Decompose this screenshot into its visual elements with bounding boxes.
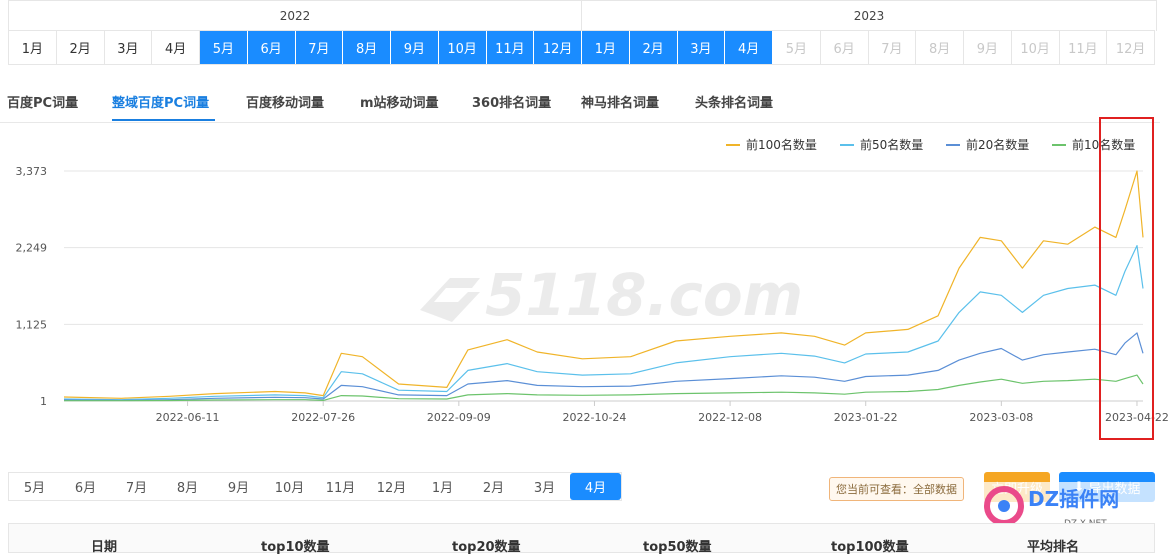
watermark-text: 5118.com	[485, 261, 803, 329]
col-avg-rank: 平均排名	[1027, 540, 1080, 555]
watermark-5118: 5118.com	[420, 261, 803, 329]
month-2022-10[interactable]: 10月	[438, 31, 487, 64]
month-2023-2[interactable]: 2月	[629, 31, 678, 64]
x-tick-label: 2022-10-24	[562, 411, 626, 424]
month-2023-10: 10月	[1012, 31, 1060, 64]
tab-baidu-mobile[interactable]: 百度移动词量	[246, 92, 324, 111]
tab-m-site-mobile[interactable]: m站移动词量	[360, 92, 439, 111]
month-2023-7: 7月	[869, 31, 917, 64]
month-2023-11: 11月	[1060, 31, 1108, 64]
highlight-annotation-box	[1099, 117, 1154, 440]
x-tick-label: 2023-03-08	[969, 411, 1033, 424]
active-tab-underline	[112, 119, 215, 121]
table-month-4[interactable]: 8月	[162, 473, 213, 500]
tab-baidu-pc[interactable]: 百度PC词量	[7, 92, 78, 111]
month-2023-12: 12月	[1115, 42, 1146, 57]
keyword-trend-chart: 5118.com 3,3732,2491,1251 2022-06-11 2022…	[16, 137, 1169, 424]
x-tick-label: 2022-07-26	[291, 411, 355, 424]
data-table-header: 日期 top10数量 top20数量 top50数量 top100数量 平均排名	[8, 523, 1155, 555]
col-top100: top100数量	[831, 540, 909, 555]
y-tick-label: 3,373	[16, 165, 48, 178]
y-axis-ticks: 3,373 2,249 1,125 1	[16, 165, 48, 408]
month-2023-1[interactable]: 1月	[582, 31, 630, 64]
col-top10: top10数量	[261, 540, 330, 555]
month-2023-8: 8月	[916, 31, 964, 64]
col-date: 日期	[91, 540, 118, 555]
month-selector: 1月 2月 3月 4月 5月 6月 7月 8月 9月 10月 11月 12月 1月 2月 3月 4月 5月 6月 7…	[8, 30, 1155, 65]
table-month-selector: 5月 6月 7月 8月 9月 10月 11月 12月 1月 2月 3月 4月	[8, 472, 622, 501]
month-2022-4[interactable]: 4月	[152, 31, 200, 64]
tab-shenma[interactable]: 神马排名词量	[581, 92, 659, 111]
month-2022-5[interactable]: 5月	[200, 31, 248, 64]
x-tick-label: 2022-09-09	[427, 411, 491, 424]
tab-toutiao[interactable]: 头条排名词量	[695, 92, 773, 111]
month-2022-7[interactable]: 7月	[295, 31, 344, 64]
table-month-5[interactable]: 9月	[213, 473, 264, 500]
tab-360[interactable]: 360排名词量	[472, 92, 551, 111]
table-month-6[interactable]: 10月	[264, 473, 315, 500]
x-tick-label: 2022-06-11	[156, 411, 220, 424]
table-month-7[interactable]: 11月	[315, 473, 366, 500]
month-2022-2[interactable]: 2月	[57, 31, 105, 64]
table-month-8[interactable]: 12月	[366, 473, 417, 500]
month-2022-1[interactable]: 1月	[9, 31, 57, 64]
source-tabs: 百度PC词量 整域百度PC词量 百度移动词量 m站移动词量 360排名词量 神马…	[0, 86, 1160, 123]
month-2022-8[interactable]: 8月	[343, 31, 391, 64]
access-notice: 您当前可查看：全部数据	[829, 477, 964, 501]
month-2022-3[interactable]: 3月	[105, 31, 153, 64]
table-month-3[interactable]: 7月	[111, 473, 162, 500]
y-tick-label: 2,249	[16, 242, 48, 255]
y-tick-label: 1,125	[16, 318, 48, 331]
year-2022-label: 2022	[9, 1, 582, 31]
legend-label[interactable]: 前20名数量	[966, 137, 1029, 152]
col-top50: top50数量	[643, 540, 712, 555]
month-2023-9: 9月	[964, 31, 1012, 64]
tab-whole-domain-baidu-pc[interactable]: 整域百度PC词量	[112, 92, 209, 111]
year-2023-label: 2023	[853, 9, 885, 23]
legend-label[interactable]: 前50名数量	[860, 137, 923, 152]
table-month-9[interactable]: 1月	[417, 473, 468, 500]
month-2022-12[interactable]: 12月	[534, 31, 582, 64]
x-axis-ticks: 2022-06-11 2022-07-26 2022-09-09 2022-10-24…	[156, 401, 1169, 424]
chart-legend: 前100名数量 前50名数量 前20名数量 前10名数量	[726, 137, 1135, 152]
badge-brand: DZ插件网	[1028, 487, 1119, 511]
table-month-1[interactable]: 5月	[9, 473, 60, 500]
series-line-4	[64, 374, 1144, 402]
month-2023-6: 6月	[821, 31, 869, 64]
table-month-10[interactable]: 2月	[468, 473, 519, 500]
legend-label[interactable]: 前100名数量	[746, 137, 817, 152]
month-2023-3[interactable]: 3月	[677, 31, 726, 64]
month-2022-9[interactable]: 9月	[391, 31, 439, 64]
series-line-3	[63, 332, 1144, 401]
month-2023-4[interactable]: 4月	[725, 31, 773, 64]
month-2022-6[interactable]: 6月	[247, 31, 296, 64]
month-2023-5: 5月	[773, 31, 821, 64]
table-month-2[interactable]: 6月	[60, 473, 111, 500]
year-header: 2022 2023	[8, 0, 1157, 31]
x-tick-label: 2022-12-08	[698, 411, 762, 424]
y-tick-label: 1	[40, 395, 47, 408]
table-month-11[interactable]: 3月	[519, 473, 570, 500]
table-month-12[interactable]: 4月	[570, 473, 621, 500]
x-tick-label: 2023-01-22	[834, 411, 898, 424]
month-2022-11[interactable]: 11月	[486, 31, 535, 64]
col-top20: top20数量	[452, 540, 521, 555]
badge-logo-dot-icon	[998, 500, 1010, 512]
